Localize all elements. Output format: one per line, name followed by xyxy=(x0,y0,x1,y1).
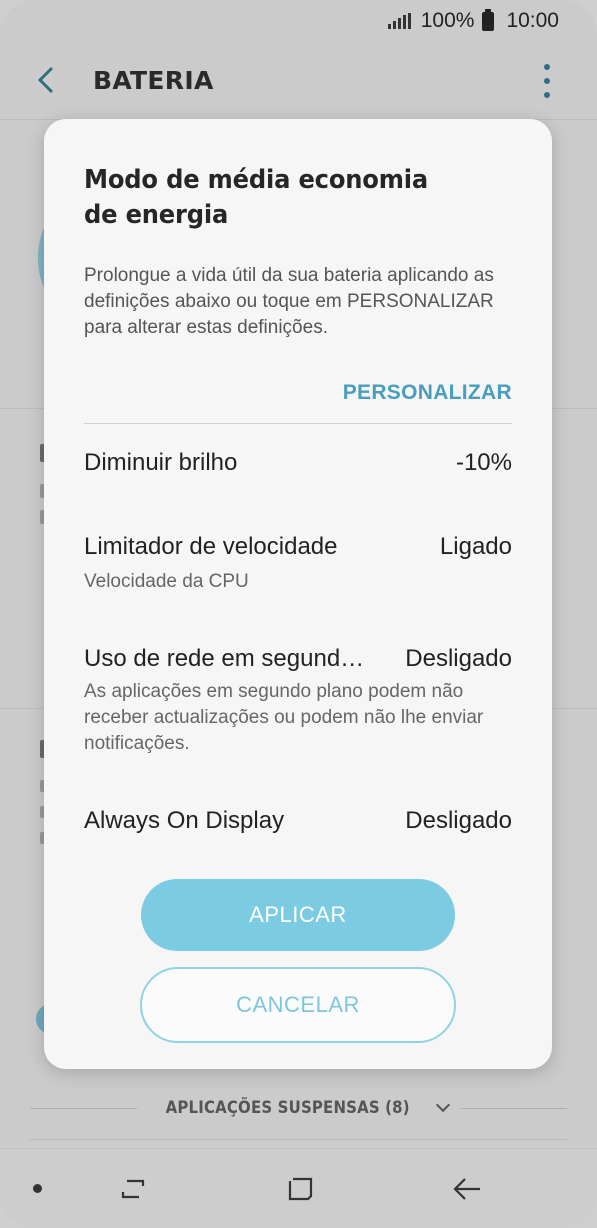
recent-apps-icon xyxy=(121,1179,145,1199)
power-saving-dialog: Modo de média economia de energia Prolon… xyxy=(44,119,552,1069)
home-icon xyxy=(288,1177,313,1201)
back-button[interactable] xyxy=(30,62,66,98)
setting-value: Desligado xyxy=(405,645,512,672)
divider xyxy=(30,1139,567,1140)
suspended-apps-header[interactable]: APLICAÇÕES SUSPENSAS (8) xyxy=(30,1094,567,1122)
setting-value: Ligado xyxy=(439,533,512,560)
dialog-description: Prolongue a vida útil da sua bateria apl… xyxy=(84,265,494,338)
setting-item-always-on-display[interactable]: Always On Display Desligado xyxy=(84,807,512,835)
navigation-bar xyxy=(0,1148,597,1228)
arrow-left-icon xyxy=(37,66,54,94)
status-bar: 100% 10:00 xyxy=(0,0,597,42)
dialog-title: Modo de média economia de energia xyxy=(84,165,428,230)
setting-item-brightness[interactable]: Diminuir brilho -10% xyxy=(84,449,512,477)
nav-hide-dot[interactable] xyxy=(33,1184,42,1193)
customize-button[interactable]: PERSONALIZAR xyxy=(343,381,512,405)
home-button[interactable] xyxy=(284,1173,316,1205)
setting-subtitle: As aplicações em segundo plano podem não… xyxy=(84,681,484,754)
setting-name: Limitador de velocidade xyxy=(84,533,338,560)
setting-value: -10% xyxy=(455,449,512,476)
app-bar: BATERIA xyxy=(0,42,597,120)
setting-item-background-network[interactable]: Uso de rede em segund… Desligado As apli… xyxy=(84,645,512,757)
clock: 10:00 xyxy=(506,9,559,32)
suspended-apps-label: APLICAÇÕES SUSPENSAS (8) xyxy=(165,1098,410,1118)
cancel-button[interactable]: CANCELAR xyxy=(140,967,456,1043)
battery-percent: 100% xyxy=(420,9,475,32)
setting-name: Diminuir brilho xyxy=(84,449,238,476)
nav-back-button[interactable] xyxy=(450,1173,484,1205)
page-title: BATERIA xyxy=(93,66,214,95)
divider xyxy=(84,423,512,424)
setting-item-cpu-limiter[interactable]: Limitador de velocidade Ligado Velocidad… xyxy=(84,533,512,595)
more-vertical-icon xyxy=(544,64,550,70)
setting-value: Desligado xyxy=(405,807,512,834)
setting-subtitle: Velocidade da CPU xyxy=(84,571,249,592)
more-options-button[interactable] xyxy=(541,64,553,98)
setting-name: Always On Display xyxy=(84,807,285,834)
screen: 100% 10:00 BATERIA APLICAÇÕES SUSPENSAS … xyxy=(0,0,597,1228)
apply-button[interactable]: APLICAR xyxy=(141,879,455,951)
recent-apps-button[interactable] xyxy=(117,1173,149,1205)
signal-icon xyxy=(387,13,411,29)
battery-icon xyxy=(482,8,495,31)
chevron-down-icon xyxy=(436,1097,451,1113)
back-arrow-icon xyxy=(453,1178,480,1200)
setting-name: Uso de rede em segund… xyxy=(84,645,365,672)
